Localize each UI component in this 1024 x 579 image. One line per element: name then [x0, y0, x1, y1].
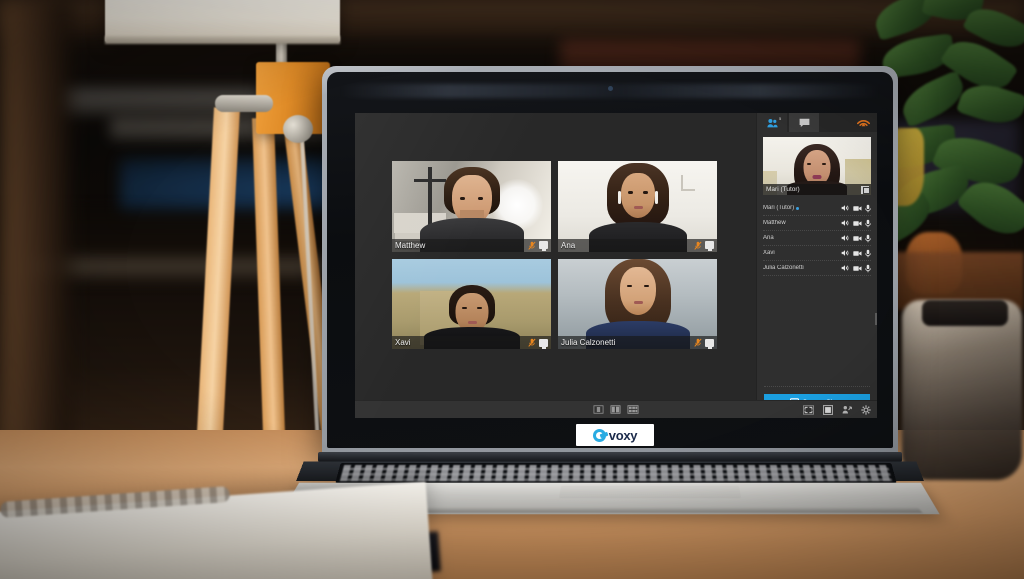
jar-lid: [922, 300, 1008, 326]
self-view-label-bar: Mari (Tutor): [763, 184, 871, 195]
participant-name: Ana: [561, 240, 576, 250]
laptop-keyboard: [335, 463, 897, 483]
list-item[interactable]: Ana: [763, 231, 871, 246]
camera-icon[interactable]: [852, 220, 862, 227]
speaker-icon[interactable]: [841, 234, 849, 242]
bezel-glare: [340, 84, 880, 98]
microphone-icon[interactable]: [865, 219, 871, 228]
self-view-tile[interactable]: Mari (Tutor): [763, 137, 871, 195]
participants-count-badge: 5: [779, 116, 782, 121]
camera-icon[interactable]: [852, 250, 862, 257]
toggle-sidebar-button[interactable]: [823, 404, 833, 415]
video-tile[interactable]: Xavi: [392, 258, 551, 349]
invite-person-icon: [842, 405, 852, 414]
network-indicator[interactable]: [857, 113, 877, 132]
participant-name-text: Mari (Tutor): [763, 205, 795, 211]
participant-row-label: Xavi: [763, 250, 841, 256]
mic-muted-icon: [528, 338, 536, 347]
right-sidebar: 5 Mari (Tutor) Mari (Tutor) Matthew Ana …: [756, 113, 877, 418]
bottom-control-bar: [355, 400, 877, 418]
laptop-trackpad: [558, 485, 742, 499]
photo-scene: Matthew Ana Xavi Julia Calzonetti 5 Mari…: [0, 0, 1024, 579]
tile-label-bar: Julia Calzonetti: [558, 336, 717, 349]
participants-tab[interactable]: [757, 113, 787, 132]
camera-icon[interactable]: [852, 205, 862, 212]
mic-muted-icon: [694, 338, 702, 347]
invite-button[interactable]: [842, 405, 852, 414]
layout-controls: [593, 405, 639, 414]
self-view-name: Mari (Tutor): [766, 186, 800, 193]
speaker-icon[interactable]: [841, 249, 849, 257]
voxy-logo: voxy: [576, 424, 654, 446]
layout-speaker-view-button[interactable]: [593, 405, 604, 414]
screen-share-indicator-icon: [539, 338, 548, 349]
camera-icon[interactable]: [852, 265, 862, 272]
microphone-icon[interactable]: [865, 249, 871, 258]
settings-button[interactable]: [861, 404, 871, 415]
video-conference-app: Matthew Ana Xavi Julia Calzonetti 5 Mari…: [355, 113, 877, 418]
list-item[interactable]: Mari (Tutor): [763, 201, 871, 216]
screen-share-indicator-icon: [705, 338, 714, 349]
gear-icon: [861, 404, 871, 415]
fullscreen-expand-icon: [803, 404, 814, 415]
layout-split-view-button[interactable]: [610, 405, 621, 414]
layout-split-icon: [610, 405, 621, 414]
speaking-indicator-dot: [796, 206, 800, 210]
participant-row-label: Ana: [763, 235, 841, 241]
video-tile[interactable]: Julia Calzonetti: [558, 258, 717, 349]
sidebar-tabstrip: 5: [757, 113, 877, 132]
screen-share-indicator-icon: [705, 241, 714, 251]
glass-jar: [902, 300, 1022, 480]
list-item[interactable]: Julia Calzonetti: [763, 261, 871, 276]
list-item[interactable]: Matthew: [763, 216, 871, 231]
participant-name-text: Matthew: [763, 220, 786, 226]
sidebar-scrollbar[interactable]: [875, 313, 877, 325]
fullscreen-button[interactable]: [803, 404, 814, 415]
laptop-screen: Matthew Ana Xavi Julia Calzonetti 5 Mari…: [355, 113, 877, 418]
participant-row-label: Mari (Tutor): [763, 205, 841, 211]
network-signal-icon: [857, 119, 870, 126]
voxy-mark-icon: [592, 428, 606, 442]
microphone-icon[interactable]: [865, 264, 871, 273]
screen-share-indicator-icon: [539, 241, 548, 251]
pin-window-icon[interactable]: [861, 185, 870, 194]
speaker-icon[interactable]: [841, 204, 849, 212]
voxy-wordmark: voxy: [608, 427, 638, 443]
participant-name-text: Xavi: [763, 250, 775, 256]
video-grid: Matthew Ana Xavi Julia Calzonetti: [392, 161, 717, 349]
wall-edge: [0, 0, 70, 470]
chat-tab[interactable]: [789, 113, 819, 132]
speaker-icon[interactable]: [841, 219, 849, 227]
video-tile[interactable]: Ana: [558, 161, 717, 252]
sidebar-panel-icon: [823, 404, 833, 415]
microphone-icon[interactable]: [865, 234, 871, 243]
participant-name-text: Ana: [763, 235, 774, 241]
right-controls: [803, 404, 871, 415]
layout-grid-icon: [627, 405, 639, 414]
tile-label-bar: Matthew: [392, 238, 551, 252]
participant-list: Mari (Tutor) Matthew Ana Xavi Julia Calz…: [763, 201, 871, 276]
participant-name: Julia Calzonetti: [561, 338, 616, 347]
people-icon: [766, 118, 778, 127]
microphone-icon[interactable]: [865, 204, 871, 213]
layout-speaker-icon: [593, 405, 604, 414]
list-item[interactable]: Xavi: [763, 246, 871, 261]
video-stage: Matthew Ana Xavi Julia Calzonetti: [355, 113, 756, 418]
participant-name: Xavi: [395, 338, 411, 347]
participant-row-label: Julia Calzonetti: [763, 265, 841, 271]
participant-row-label: Matthew: [763, 220, 841, 226]
speaker-icon[interactable]: [841, 264, 849, 272]
participant-name: Matthew: [395, 240, 426, 250]
tile-label-bar: Ana: [558, 238, 717, 252]
tile-label-bar: Xavi: [392, 336, 551, 349]
video-tile[interactable]: Matthew: [392, 161, 551, 252]
mic-muted-icon: [528, 241, 536, 250]
layout-grid-view-button[interactable]: [627, 405, 639, 414]
chat-bubble-icon: [799, 118, 809, 127]
participant-name-text: Julia Calzonetti: [763, 265, 804, 271]
camera-icon[interactable]: [852, 235, 862, 242]
mic-muted-icon: [694, 241, 702, 250]
